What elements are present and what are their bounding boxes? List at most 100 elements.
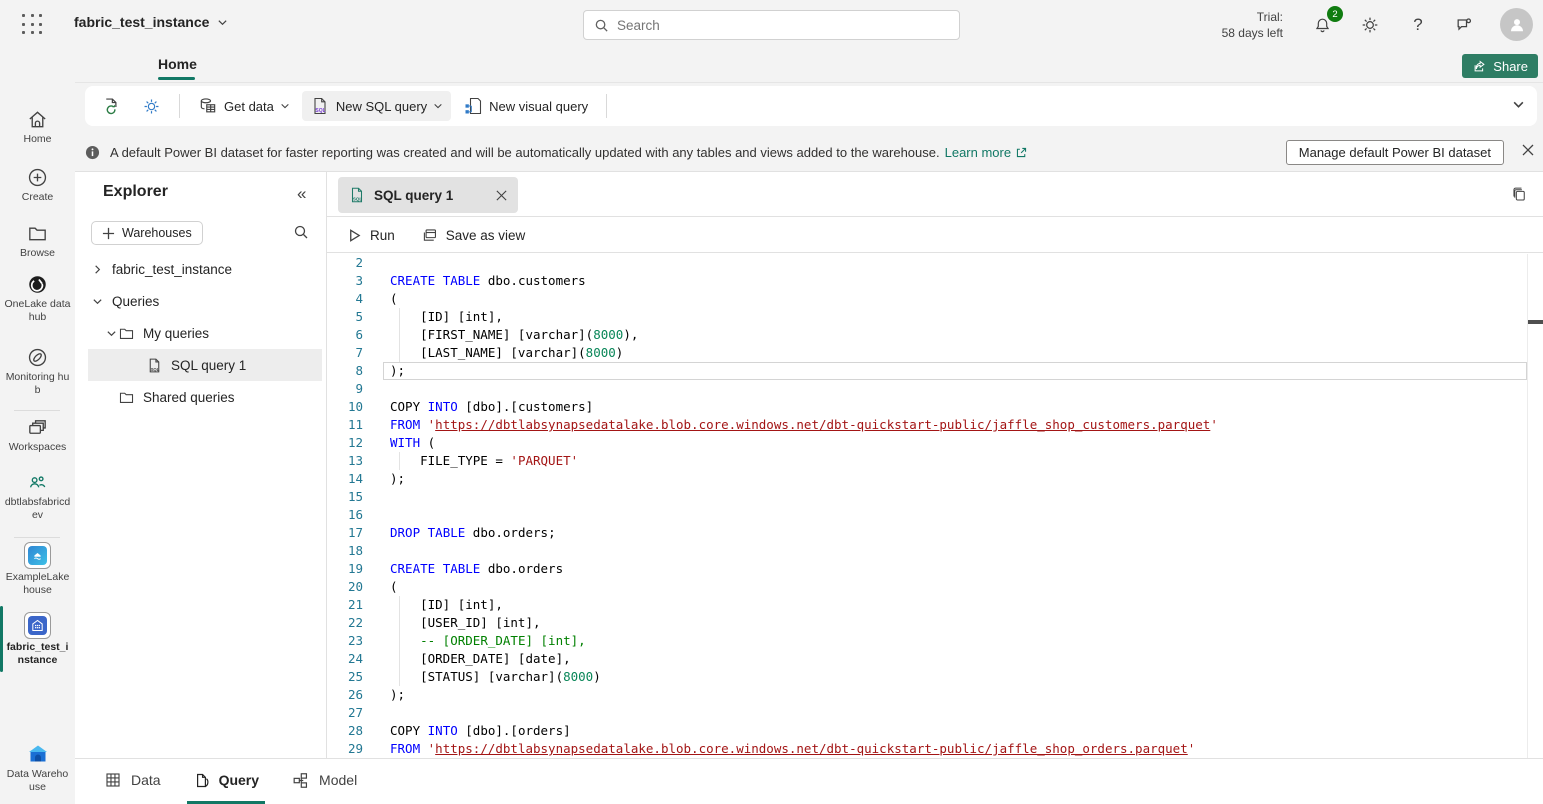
save-as-view-button[interactable]: Save as view [421, 227, 526, 244]
sidebar-item-data-warehouse[interactable]: Data Warehouse [0, 742, 75, 794]
visual-query-file-icon [463, 96, 483, 116]
settings-button[interactable] [134, 92, 169, 121]
tab-home[interactable]: Home [158, 56, 197, 72]
line-number: 22 [327, 614, 363, 632]
sql-code-editor[interactable]: 23CREATE TABLE dbo.customers4(5 [ID] [in… [327, 254, 1543, 758]
line-number: 3 [327, 272, 363, 290]
view-tab-query[interactable]: Query [187, 759, 265, 804]
sidebar-item-monitoring-hub[interactable]: Monitoring hub [0, 346, 75, 397]
app-launcher-waffle-icon[interactable] [22, 14, 44, 36]
collapse-explorer-icon[interactable]: « [297, 184, 306, 204]
editor-line-27[interactable]: 27 [327, 704, 1528, 722]
onelake-data-hub-icon [0, 273, 75, 296]
learn-more-link[interactable]: Learn more [945, 145, 1028, 160]
sidebar-item-fabric-test-instance[interactable]: fabric_test_instance [0, 612, 75, 667]
editor-line-14[interactable]: 14); [327, 470, 1528, 488]
editor-line-22[interactable]: 22 [USER_ID] [int], [327, 614, 1528, 632]
chevron-down-icon [217, 17, 228, 28]
editor-line-24[interactable]: 24 [ORDER_DATE] [date], [327, 650, 1528, 668]
get-data-button[interactable]: Get data [190, 91, 298, 121]
editor-line-10[interactable]: 10COPY INTO [dbo].[customers] [327, 398, 1528, 416]
editor-line-9[interactable]: 9 [327, 380, 1528, 398]
editor-line-21[interactable]: 21 [ID] [int], [327, 596, 1528, 614]
chevron-down-icon[interactable] [90, 296, 104, 307]
editor-line-4[interactable]: 4( [327, 290, 1528, 308]
line-number: 17 [327, 524, 363, 542]
sidebar-item-examplelakehouse[interactable]: ExampleLakehouse [0, 542, 75, 597]
editor-line-3[interactable]: 3CREATE TABLE dbo.customers [327, 272, 1528, 290]
new-visual-query-button[interactable]: New visual query [455, 91, 596, 121]
editor-line-20[interactable]: 20( [327, 578, 1528, 596]
editor-line-11[interactable]: 11FROM 'https://dbtlabsynapsedatalake.bl… [327, 416, 1528, 434]
editor-line-12[interactable]: 12WITH ( [327, 434, 1528, 452]
tab-sql-query-1[interactable]: SQL SQL query 1 [338, 177, 518, 213]
refresh-button[interactable] [93, 91, 130, 122]
view-switcher-bar: Data Query Model [75, 758, 1543, 804]
new-warehouse-button[interactable]: Warehouses [91, 221, 203, 245]
explorer-title: Explorer [103, 183, 168, 201]
ribbon-toolbar: Get data SQL New SQL query New visual qu… [85, 86, 1537, 126]
tree-item-sql-query-1[interactable]: SQLSQL query 1 [88, 349, 322, 381]
share-button[interactable]: Share [1462, 54, 1538, 78]
editor-line-25[interactable]: 25 [STATUS] [varchar](8000) [327, 668, 1528, 686]
editor-line-7[interactable]: 7 [LAST_NAME] [varchar](8000) [327, 344, 1528, 362]
rail-divider [14, 410, 60, 411]
view-tab-model[interactable]: Model [285, 759, 363, 804]
view-tab-data[interactable]: Data [98, 759, 167, 804]
line-number: 2 [327, 254, 363, 272]
sidebar-item-workspaces[interactable]: Workspaces [0, 416, 75, 454]
settings-gear-icon[interactable] [1358, 13, 1382, 37]
copy-icon[interactable] [1510, 185, 1529, 204]
editor-line-16[interactable]: 16 [327, 506, 1528, 524]
chevron-right-icon[interactable] [90, 264, 104, 275]
ribbon-tab-row: Home Share [75, 50, 1543, 83]
editor-line-23[interactable]: 23 -- [ORDER_DATE] [int], [327, 632, 1528, 650]
sidebar-item-browse[interactable]: Browse [0, 222, 75, 260]
editor-line-29[interactable]: 29FROM 'https://dbtlabsynapsedatalake.bl… [327, 740, 1528, 758]
sidebar-item-dbtlabsfabricdev[interactable]: dbtlabsfabricdev [0, 471, 75, 522]
tree-item-my-queries-folder[interactable]: My queries [88, 317, 322, 349]
editor-line-13[interactable]: 13 FILE_TYPE = 'PARQUET' [327, 452, 1528, 470]
sidebar-item-create[interactable]: Create [0, 166, 75, 204]
editor-line-26[interactable]: 26); [327, 686, 1528, 704]
trial-status: Trial: 58 days left [1222, 9, 1283, 41]
editor-line-28[interactable]: 28COPY INTO [dbo].[orders] [327, 722, 1528, 740]
line-number: 29 [327, 740, 363, 758]
banner-close-icon[interactable] [1521, 143, 1535, 157]
tree-item-queries-node[interactable]: Queries [88, 285, 322, 317]
new-sql-query-button[interactable]: SQL New SQL query [302, 91, 451, 121]
editor-line-15[interactable]: 15 [327, 488, 1528, 506]
workspace-selector[interactable]: fabric_test_instance [74, 14, 228, 30]
data-warehouse-icon [0, 742, 75, 766]
run-button[interactable]: Run [347, 228, 395, 243]
editor-line-8[interactable]: 8); [327, 362, 1528, 380]
editor-line-5[interactable]: 5 [ID] [int], [327, 308, 1528, 326]
user-avatar[interactable] [1500, 8, 1533, 41]
tree-item-shared-queries-folder[interactable]: Shared queries [88, 381, 322, 413]
global-search[interactable] [583, 10, 960, 40]
editor-line-18[interactable]: 18 [327, 542, 1528, 560]
editor-line-17[interactable]: 17DROP TABLE dbo.orders; [327, 524, 1528, 542]
line-number: 9 [327, 380, 363, 398]
collapse-ribbon-chevron-icon[interactable] [1512, 98, 1525, 111]
search-input[interactable] [617, 18, 949, 33]
code-text: COPY INTO [dbo].[customers] [390, 398, 593, 416]
chevron-down-icon[interactable] [104, 328, 118, 339]
line-number: 23 [327, 632, 363, 650]
line-number: 5 [327, 308, 363, 326]
explorer-search-icon[interactable] [293, 224, 309, 240]
editor-line-19[interactable]: 19CREATE TABLE dbo.orders [327, 560, 1528, 578]
feedback-icon[interactable] [1452, 13, 1476, 37]
help-icon[interactable]: ? [1406, 13, 1430, 37]
workspace-name: fabric_test_instance [74, 14, 209, 30]
editor-line-6[interactable]: 6 [FIRST_NAME] [varchar](8000), [327, 326, 1528, 344]
sidebar-item-onelake-data-hub[interactable]: OneLake data hub [0, 273, 75, 324]
tree-item-warehouse-node[interactable]: fabric_test_instance [88, 253, 322, 285]
chevron-down-icon [433, 101, 443, 111]
manage-default-dataset-button[interactable]: Manage default Power BI dataset [1286, 140, 1504, 165]
toolbar-divider [179, 94, 180, 118]
close-tab-icon[interactable] [495, 189, 508, 202]
editor-line-2[interactable]: 2 [327, 254, 1528, 272]
sidebar-item-home[interactable]: Home [0, 108, 75, 146]
line-number: 15 [327, 488, 363, 506]
